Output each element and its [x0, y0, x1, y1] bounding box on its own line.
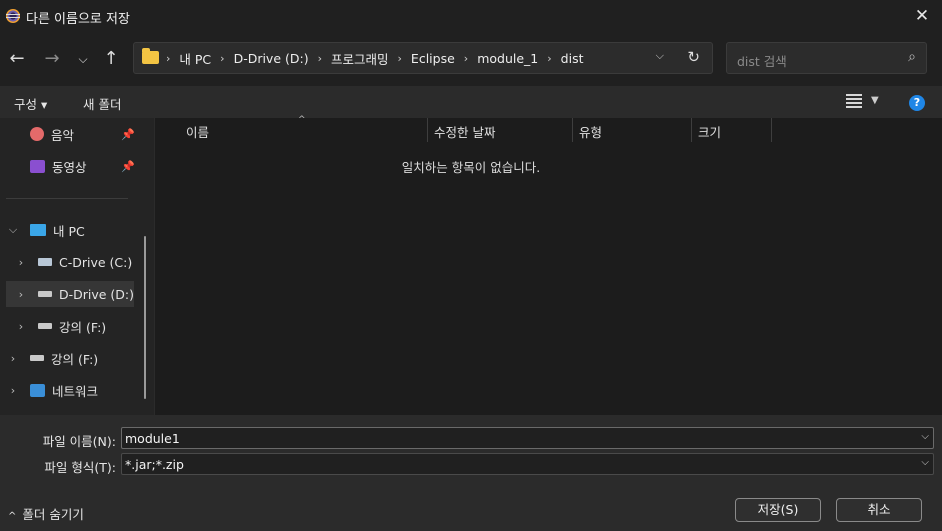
back-button[interactable]: ← [4, 46, 30, 72]
chevron-down-icon: ⌵ [921, 457, 929, 468]
sidebar-item-label: 강의 (F:) [59, 319, 107, 335]
hide-folders-toggle[interactable]: ^ 폴더 숨기기 [8, 504, 84, 523]
command-bar [0, 86, 942, 118]
chevron-right-icon[interactable]: › [6, 384, 20, 397]
nav-divider [6, 198, 128, 199]
view-options-dropdown[interactable]: ▼ [871, 95, 879, 106]
navigation-pane: 음악 📌 동영상 📌 ⌵ 내 PC › C-Drive (C:) › D-Dri… [0, 118, 154, 415]
column-divider[interactable] [427, 118, 428, 142]
breadcrumb-item[interactable]: dist [561, 51, 584, 66]
sidebar-item-c-drive[interactable]: › C-Drive (C:) [14, 249, 132, 275]
chevron-down-icon: ⌵ [78, 52, 88, 66]
filename-value[interactable]: module1 [125, 431, 180, 446]
sort-ascending-icon: ^ [298, 115, 306, 125]
search-icon: ⌕ [908, 49, 916, 65]
column-header-name[interactable]: 이름 [186, 122, 209, 141]
column-header-type[interactable]: 유형 [579, 122, 602, 141]
refresh-button[interactable]: ↻ [687, 48, 700, 66]
chevron-right-icon[interactable]: › [6, 352, 20, 365]
close-button[interactable]: ✕ [908, 4, 936, 28]
filetype-label: 파일 형식(T): [44, 460, 116, 475]
pin-icon: 📌 [121, 160, 135, 173]
chevron-right-icon[interactable]: › [398, 52, 402, 65]
recent-locations-button[interactable]: ⌵ [70, 46, 96, 72]
sidebar-item-label: 네트워크 [52, 383, 99, 399]
column-header-modified[interactable]: 수정한 날짜 [434, 122, 495, 141]
drive-icon [37, 291, 52, 297]
sidebar-item-videos[interactable]: 동영상 [30, 153, 87, 179]
eclipse-app-icon [6, 9, 20, 23]
breadcrumb-item[interactable]: Eclipse [411, 51, 455, 66]
chevron-right-icon[interactable]: › [547, 52, 551, 65]
column-divider[interactable] [691, 118, 692, 142]
filename-label: 파일 이름(N): [42, 434, 116, 449]
sidebar-item-music[interactable]: 음악 [30, 121, 74, 147]
sidebar-item-label: 동영상 [52, 159, 87, 175]
hide-folders-label: 폴더 숨기기 [22, 507, 84, 522]
filetype-select[interactable]: *.jar;*.zip ⌵ [121, 453, 934, 475]
close-icon: ✕ [914, 6, 930, 26]
sidebar-item-label: 내 PC [53, 223, 85, 239]
chevron-right-icon[interactable]: › [318, 52, 322, 65]
drive-icon [38, 323, 52, 329]
breadcrumb-item[interactable]: module_1 [477, 51, 538, 66]
folder-icon [142, 48, 159, 64]
breadcrumb-item[interactable]: 프로그래밍 [331, 49, 389, 68]
chevron-right-icon[interactable]: › [464, 52, 468, 65]
computer-icon [30, 224, 46, 236]
view-options-icon[interactable] [846, 94, 862, 108]
cancel-button[interactable]: 취소 [836, 498, 922, 522]
sidebar-item-d-drive[interactable]: › D-Drive (D:) [6, 281, 134, 307]
window-title: 다른 이름으로 저장 [26, 12, 130, 27]
empty-list-message: 일치하는 항목이 없습니다. [401, 160, 541, 175]
organize-menu-button[interactable]: 구성 ▾ [14, 94, 47, 113]
refresh-icon: ↻ [687, 48, 700, 66]
music-icon [30, 127, 44, 141]
video-icon [30, 159, 45, 173]
new-folder-button[interactable]: 새 폴더 [83, 94, 121, 113]
sidebar-item-label: 강의 (F:) [51, 351, 99, 367]
chevron-down-icon: ⌵ [655, 49, 664, 62]
chevron-down-icon[interactable]: ⌵ [921, 431, 929, 442]
breadcrumb-item[interactable]: 내 PC [179, 49, 211, 68]
arrow-left-icon: ← [9, 48, 25, 69]
breadcrumb-item[interactable]: D-Drive (D:) [234, 51, 309, 66]
up-button[interactable]: ↑ [98, 46, 124, 72]
sidebar-item-f-drive-root[interactable]: › 강의 (F:) [6, 345, 98, 371]
chevron-right-icon[interactable]: › [14, 256, 28, 269]
sidebar-item-f-drive[interactable]: › 강의 (F:) [14, 313, 106, 339]
column-header-size[interactable]: 크기 [698, 122, 721, 141]
search-placeholder: dist 검색 [737, 54, 787, 69]
sidebar-item-label: 음악 [51, 127, 75, 143]
column-divider[interactable] [572, 118, 573, 142]
filename-field[interactable]: module1 ⌵ [121, 427, 934, 449]
chevron-up-icon: ^ [8, 511, 17, 522]
address-history-dropdown[interactable]: ⌵ [656, 49, 664, 63]
chevron-right-icon[interactable]: › [14, 320, 28, 333]
drive-icon [30, 355, 44, 361]
sidebar-item-network[interactable]: › 네트워크 [6, 377, 98, 403]
sidebar-item-label: D-Drive (D:) [58, 286, 134, 302]
sidebar-item-label: C-Drive (C:) [59, 254, 133, 270]
drive-icon [38, 258, 52, 266]
breadcrumb: › 내 PC › D-Drive (D:) › 프로그래밍 › Eclipse … [166, 43, 583, 73]
sidebar-item-this-pc[interactable]: ⌵ 내 PC [6, 217, 85, 243]
title-bar [0, 0, 942, 32]
arrow-up-icon: ↑ [103, 48, 119, 69]
forward-button[interactable]: → [39, 46, 65, 72]
chevron-right-icon[interactable]: › [14, 288, 28, 301]
network-icon [30, 383, 45, 397]
chevron-right-icon: › [166, 51, 171, 65]
column-divider[interactable] [771, 118, 772, 142]
chevron-right-icon[interactable]: › [220, 52, 224, 65]
address-bar[interactable]: › 내 PC › D-Drive (D:) › 프로그래밍 › Eclipse … [133, 42, 713, 74]
chevron-down-icon[interactable]: ⌵ [6, 223, 20, 237]
filetype-value: *.jar;*.zip [125, 457, 184, 472]
save-button[interactable]: 저장(S) [735, 498, 821, 522]
nav-scrollbar[interactable] [144, 236, 146, 399]
search-input[interactable]: dist 검색 ⌕ [726, 42, 927, 74]
arrow-right-icon: → [44, 48, 60, 69]
pin-icon: 📌 [121, 128, 135, 141]
help-icon[interactable]: ? [909, 95, 925, 111]
